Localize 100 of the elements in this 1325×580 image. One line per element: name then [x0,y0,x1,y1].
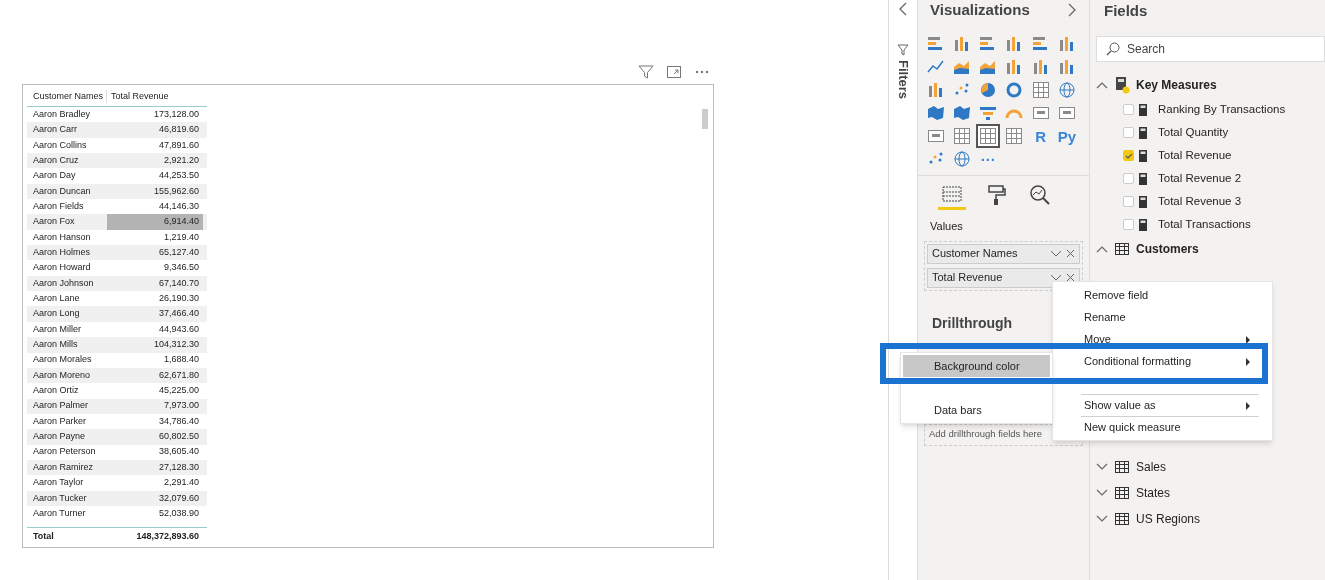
check-icon [1124,151,1133,160]
close-icon[interactable] [1066,249,1075,258]
table-cell-text: 52,038.90 [157,506,200,520]
table-cell-text: Aaron Carr [32,123,78,137]
chevron-down-icon[interactable] [1096,515,1108,523]
checkbox[interactable] [1123,150,1134,161]
table-cell-text: Aaron Lane [32,292,81,306]
chevron-up-icon[interactable] [1096,245,1108,253]
table-cell-text: 44,943.60 [157,322,200,336]
chevron-left-icon[interactable] [898,2,908,16]
table-cell-text: Aaron Howard [32,261,92,275]
table-name[interactable]: States [1136,484,1171,502]
grid-chart-icon [1004,126,1025,146]
menu-item[interactable]: Show value as [1081,394,1259,416]
field-name[interactable]: Ranking By Transactions [1158,100,1286,119]
checkbox[interactable] [1123,104,1134,115]
visual-type-button[interactable] [952,126,973,146]
chevron-right-icon[interactable] [1067,3,1077,17]
section-label: Values [929,219,964,234]
grid-chart-icon [1030,80,1051,100]
filter-icon[interactable] [638,64,654,80]
table-cell-text: Aaron Miller [32,322,82,336]
table-cell-text: Aaron Ortiz [32,384,80,398]
visual-type-button[interactable] [926,103,946,123]
close-icon[interactable] [1066,273,1075,282]
table-cell-text: Aaron Peterson [32,445,97,459]
table-name[interactable]: US Regions [1136,510,1201,528]
calculator-icon [1138,149,1148,162]
checkbox[interactable] [1123,219,1134,230]
calculator-icon [1138,126,1148,139]
calculator-icon [1138,195,1148,208]
column-header[interactable]: Total Revenue [107,89,203,104]
table-cell-text: 26,190.30 [157,292,200,306]
visual-type-button[interactable] [1004,126,1025,146]
total-label: Total [32,529,55,543]
visual-type-button[interactable] [1056,80,1077,100]
field-name[interactable]: Total Revenue 3 [1158,192,1242,211]
column-header[interactable]: Customer Names [27,89,107,104]
table-cell-text: Aaron Holmes [32,246,92,259]
visual-type-button[interactable] [952,149,973,169]
field-name[interactable]: Total Transactions [1158,215,1251,234]
menu-item[interactable]: Conditional formatting [1081,350,1259,372]
checkbox[interactable] [1123,173,1134,184]
menu-item[interactable]: Move [1081,328,1259,350]
search-field[interactable]: Search [1096,36,1325,62]
filter-icon [897,44,909,56]
focus-mode-icon[interactable] [666,64,682,80]
visual-type-button[interactable] [978,126,999,146]
field-name[interactable]: Total Quantity [1158,123,1229,142]
table-name[interactable]: Customers [1136,240,1199,258]
table-cell-text: Aaron Parker [32,414,88,428]
field-name[interactable]: Total Revenue [1158,146,1232,165]
search-icon [1106,42,1120,56]
table-cell-text: 38,605.40 [157,445,200,459]
table-cell-text: 7,973.00 [162,399,200,413]
table-cell-text: Aaron Long [32,307,81,321]
calculator-icon [1138,218,1148,231]
chevron-up-icon[interactable] [1096,81,1108,89]
table-cell: 6,914.40 [107,214,203,230]
menu-item[interactable]: Remove field [1081,284,1259,306]
fields-icon [941,184,963,204]
table-cell-text: 1,219.40 [162,230,200,244]
checkbox[interactable] [1123,127,1134,138]
total-value: 148,372,893.60 [135,529,200,543]
menu-item[interactable]: Background color [903,355,1050,377]
table-name[interactable]: Key Measures [1136,76,1217,94]
table-cell-text: Aaron Fields [32,200,85,213]
table-cell-text: Aaron Duncan [32,184,92,198]
field-well[interactable]: Total Revenue [927,267,1080,288]
chevron-down-icon[interactable] [1050,273,1062,282]
calculator-icon [1138,172,1148,185]
analytics-icon [1029,184,1051,206]
menu-item[interactable]: New quick measure [1081,416,1259,438]
table-cell-text: Aaron Cruz [32,153,80,167]
table-cell-text: 44,146.30 [157,200,200,213]
menu-item[interactable]: Rename [1081,306,1259,328]
table-cell-text: Aaron Mills [32,338,79,352]
table-cell-text: 65,127.40 [157,246,200,259]
table-cell-text: Aaron Bradley [32,107,92,121]
table-cell-text: 46,819.60 [157,123,200,137]
menu-item[interactable]: Data bars [903,399,1050,421]
field-well[interactable]: Customer Names [927,243,1080,264]
visual-type-button[interactable] [1030,80,1051,100]
table-cell-text: Aaron Hanson [32,230,92,244]
table-cell-text: 173,128.00 [152,107,200,121]
field-name[interactable]: Total Revenue 2 [1158,169,1242,188]
table-cell-text: 44,253.50 [157,169,200,183]
chevron-down-icon[interactable] [1096,463,1108,471]
table-name[interactable]: Sales [1136,458,1167,476]
filters-label[interactable]: Filters [893,60,913,99]
globe-chart-icon [952,149,973,169]
table-cell-text: Aaron Fox [32,215,76,229]
grid-chart-icon [952,126,973,146]
table-cell-text: Aaron Johnson [32,276,95,290]
chevron-down-icon[interactable] [1050,249,1062,258]
table-cell-text: 1,688.40 [162,353,200,367]
checkbox[interactable] [1123,196,1134,207]
visual-type-button[interactable] [952,103,973,123]
pane-title: Visualizations [930,0,1030,20]
chevron-down-icon[interactable] [1096,489,1108,497]
